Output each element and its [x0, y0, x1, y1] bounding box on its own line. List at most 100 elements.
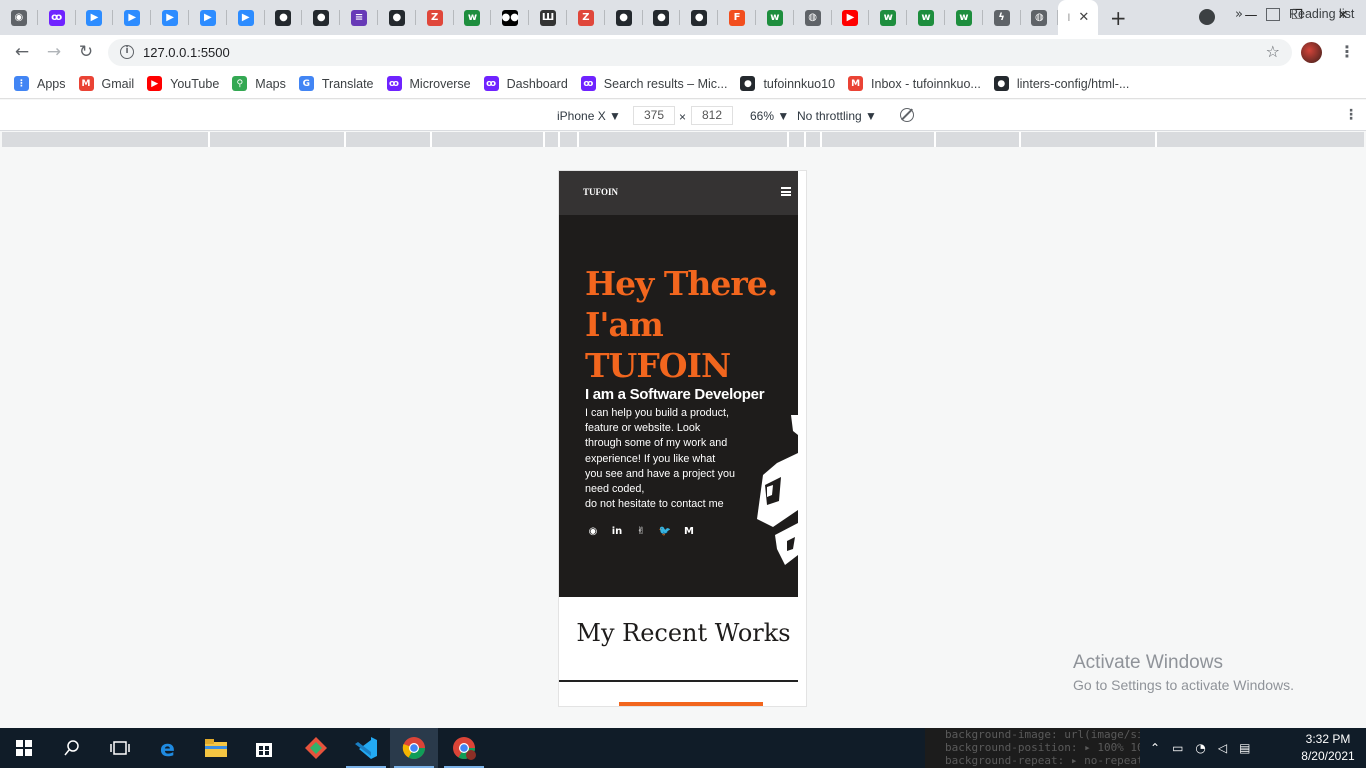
browser-tab[interactable]: ●● [491, 0, 529, 35]
browser-tab[interactable]: ● [680, 0, 718, 35]
reload-button[interactable]: ↻ [74, 40, 98, 64]
browser-menu-icon[interactable]: ⋮ [1339, 42, 1355, 61]
bookmark-item[interactable]: ꝏ Search results – Mic... [580, 76, 727, 91]
device-more-icon[interactable]: ⋮ [1344, 107, 1358, 123]
bookmark-item[interactable]: ⚲ Maps [232, 76, 286, 91]
mq-divider [543, 132, 545, 147]
mq-divider [804, 132, 806, 147]
throttling-select[interactable]: No throttling ▼ [797, 109, 877, 123]
battery-icon[interactable]: ▭ [1172, 741, 1183, 755]
gmail-icon: M [848, 76, 864, 91]
gitkraken-icon[interactable] [292, 728, 340, 768]
device-name: iPhone X [557, 109, 606, 123]
edge-icon[interactable]: e [144, 728, 192, 768]
search-icon[interactable] [48, 728, 96, 768]
chrome-taskbar-icon[interactable] [390, 728, 438, 768]
browser-tab[interactable]: ◍ [794, 0, 832, 35]
browser-tab[interactable]: w [907, 0, 945, 35]
browser-tab[interactable]: ▶ [227, 0, 265, 35]
bookmark-item[interactable]: ⋮ Apps [14, 76, 66, 91]
tray-chevron-icon[interactable]: ⌃ [1150, 741, 1160, 755]
forward-button[interactable]: → [42, 40, 66, 64]
browser-tab[interactable]: ◉ [0, 0, 38, 35]
reading-list-button[interactable]: Reading list [1266, 7, 1354, 21]
bookmark-label: Microverse [409, 76, 471, 91]
bookmark-label: Apps [37, 76, 66, 91]
bookmark-item[interactable]: ꝏ Dashboard [483, 76, 568, 91]
store-icon[interactable] [240, 728, 288, 768]
forms-icon: ≡ [351, 9, 368, 26]
browser-tab[interactable]: ꝏ [38, 0, 76, 35]
browser-tab[interactable]: F [718, 0, 756, 35]
height-input[interactable]: 812 [691, 106, 733, 125]
brand-logo[interactable]: TUFOIN [583, 187, 618, 197]
browser-tab[interactable]: w [945, 0, 983, 35]
bookmark-item[interactable]: ▶ YouTube [147, 76, 219, 91]
address-bar[interactable]: i 127.0.0.1:5500 ☆ [108, 39, 1292, 66]
tab-search-icon[interactable] [1199, 9, 1215, 25]
browser-tab[interactable]: Z [567, 0, 605, 35]
browser-tab[interactable]: ϟ [983, 0, 1021, 35]
site-info-icon[interactable]: i [120, 45, 134, 59]
bookmark-item[interactable]: ● linters-config/html-... [993, 76, 1130, 91]
bookmark-item[interactable]: ● tufoinnkuo10 [740, 76, 835, 91]
close-tab-icon[interactable]: ✕ [1078, 10, 1089, 25]
mobile-header: TUFOIN [559, 171, 798, 215]
browser-tab[interactable]: ▶ [832, 0, 870, 35]
chrome-profile-taskbar-icon[interactable] [440, 728, 488, 768]
zoom-icon: ▶ [86, 9, 103, 26]
bookmark-label: linters-config/html-... [1016, 76, 1130, 91]
volume-icon[interactable]: ◁ [1218, 741, 1227, 755]
webflow-w-icon: w [880, 9, 897, 26]
media-query-bar[interactable] [2, 132, 1364, 147]
file-explorer-icon[interactable] [192, 728, 240, 768]
back-button[interactable]: ← [10, 40, 34, 64]
bookmark-item[interactable]: M Gmail [78, 76, 134, 91]
start-button[interactable] [0, 728, 48, 768]
profile-avatar[interactable] [1301, 42, 1322, 63]
github-icon[interactable]: ◉ [587, 525, 599, 537]
zoom-select[interactable]: 66% ▼ [750, 109, 789, 123]
browser-tab[interactable]: w [454, 0, 492, 35]
webflow-w-icon: w [766, 9, 783, 26]
browser-tab[interactable]: ● [605, 0, 643, 35]
width-input[interactable]: 375 [633, 106, 675, 125]
linkedin-icon[interactable]: in [611, 525, 623, 537]
browser-tab[interactable]: ● [265, 0, 303, 35]
github-icon: ● [615, 9, 632, 26]
browser-tab[interactable]: ● [378, 0, 416, 35]
device-select[interactable]: iPhone X ▼ [557, 109, 621, 123]
browser-tab[interactable]: ≡ [340, 0, 378, 35]
medium-icon[interactable]: M [683, 525, 695, 537]
bookmarks-overflow-button[interactable]: » [1235, 7, 1243, 22]
microverse-icon: ꝏ [386, 76, 402, 91]
browser-tab[interactable]: Z [416, 0, 454, 35]
hamburger-menu-icon[interactable] [781, 187, 791, 196]
active-tab[interactable]: I ✕ [1058, 0, 1099, 35]
notification-icon[interactable]: ▤ [1239, 741, 1250, 755]
angellist-icon[interactable]: ✌ [635, 525, 647, 537]
rotate-icon[interactable] [900, 108, 914, 122]
browser-tab[interactable]: ▶ [151, 0, 189, 35]
browser-tab[interactable]: w [869, 0, 907, 35]
browser-tab[interactable]: ▶ [113, 0, 151, 35]
browser-tab[interactable]: w [756, 0, 794, 35]
browser-tab[interactable]: ● [643, 0, 681, 35]
vscode-icon[interactable] [342, 728, 390, 768]
browser-tab[interactable]: Ш [529, 0, 567, 35]
bookmark-item[interactable]: G Translate [298, 76, 374, 91]
mq-divider [820, 132, 822, 147]
browser-tab[interactable]: ◍ [1021, 0, 1059, 35]
twitter-icon[interactable]: 🐦 [659, 525, 671, 537]
browser-tab[interactable]: ▶ [76, 0, 114, 35]
url-text[interactable]: 127.0.0.1:5500 [143, 45, 230, 60]
taskbar-clock[interactable]: 3:32 PM 8/20/2021 [1298, 731, 1358, 765]
new-tab-button[interactable]: + [1098, 6, 1138, 30]
bookmark-item[interactable]: ꝏ Microverse [386, 76, 471, 91]
network-icon[interactable]: ◔ [1195, 741, 1205, 755]
bookmark-star-icon[interactable]: ☆ [1266, 42, 1280, 61]
task-view-icon[interactable] [96, 728, 144, 768]
browser-tab[interactable]: ▶ [189, 0, 227, 35]
bookmark-item[interactable]: M Inbox - tufoinnkuo... [848, 76, 981, 91]
browser-tab[interactable]: ● [302, 0, 340, 35]
